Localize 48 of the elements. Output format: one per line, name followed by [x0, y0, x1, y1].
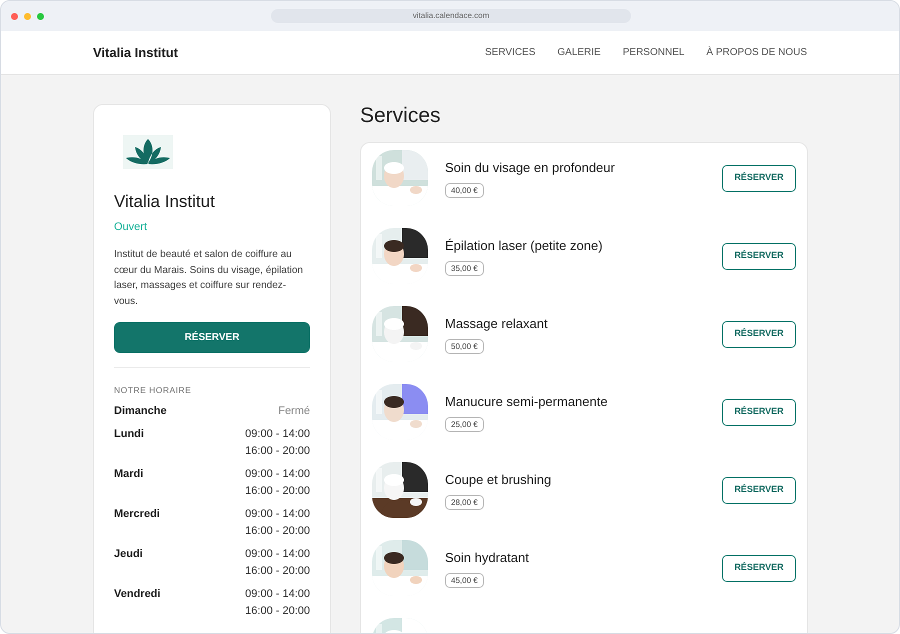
site-title[interactable]: Vitalia Institut	[93, 42, 178, 62]
price-tag: 28,00 €	[445, 494, 484, 510]
opening-hours: 16:00 - 20:00	[245, 444, 310, 459]
closed-label: Fermé	[278, 404, 310, 419]
opening-hours: 16:00 - 20:00	[245, 604, 310, 619]
address-bar[interactable]: vitalia.calendace.com	[271, 9, 631, 23]
price-tag: 40,00 €	[445, 182, 484, 198]
price-tag: 35,00 €	[445, 260, 484, 276]
day-name: Mardi	[114, 466, 144, 482]
price-tag: 45,00 €	[445, 572, 484, 588]
business-description: Institut de beauté et salon de coiffure au cœur du Marais. Soins du visage, épilation laser, massages et coiffure sur rendez-vous.	[114, 248, 304, 308]
service-name: Soin hydratant	[445, 548, 529, 566]
lotus-logo-icon	[123, 135, 173, 169]
opening-hours: 09:00 - 14:00	[245, 546, 310, 562]
day-name: Dimanche	[114, 404, 167, 419]
opening-hours: 16:00 - 20:00	[245, 524, 310, 539]
opening-hours: 09:00 - 14:00	[245, 466, 310, 482]
price-tag: 25,00 €	[445, 416, 484, 432]
service-name: Épilation laser (petite zone)	[445, 236, 603, 254]
book-button[interactable]: RÉSERVER	[722, 320, 796, 348]
opening-hours: 16:00 - 20:00	[245, 564, 310, 579]
book-button[interactable]: RÉSERVER	[722, 242, 796, 270]
business-name: Vitalia Institut	[114, 191, 216, 213]
day-name: Jeudi	[114, 546, 143, 562]
book-button[interactable]: RÉSERVER	[722, 398, 796, 426]
service-name: Manucure semi-permanente	[445, 392, 608, 410]
service-name: Coupe et brushing	[445, 470, 552, 488]
service-name: Soin du visage en profondeur	[445, 158, 615, 176]
services-heading: Services	[360, 103, 442, 129]
day-name: Mercredi	[114, 506, 160, 522]
service-name: Massage relaxant	[445, 314, 548, 332]
opening-hours: 16:00 - 20:00	[245, 484, 310, 499]
day-name: Vendredi	[114, 586, 160, 602]
nav-link[interactable]: À PROPOS DE NOUS	[706, 45, 807, 60]
book-button[interactable]: RÉSERVER	[722, 476, 796, 504]
nav-link[interactable]: SERVICES	[484, 45, 536, 60]
opening-hours: 09:00 - 14:00	[245, 426, 310, 442]
book-button[interactable]: RÉSERVER	[722, 164, 796, 192]
book-button[interactable]: RÉSERVER	[722, 554, 796, 582]
opening-hours: 09:00 - 14:00	[245, 506, 310, 522]
hours-heading: NOTRE HORAIRE	[114, 384, 192, 397]
book-button[interactable]: RÉSERVER	[114, 322, 310, 353]
nav-link[interactable]: PERSONNEL	[622, 45, 684, 60]
day-name: Lundi	[114, 426, 144, 442]
nav-link[interactable]: GALERIE	[557, 45, 601, 60]
open-status: Ouvert	[114, 220, 148, 234]
price-tag: 50,00 €	[445, 338, 484, 354]
opening-hours: 09:00 - 14:00	[245, 586, 310, 602]
